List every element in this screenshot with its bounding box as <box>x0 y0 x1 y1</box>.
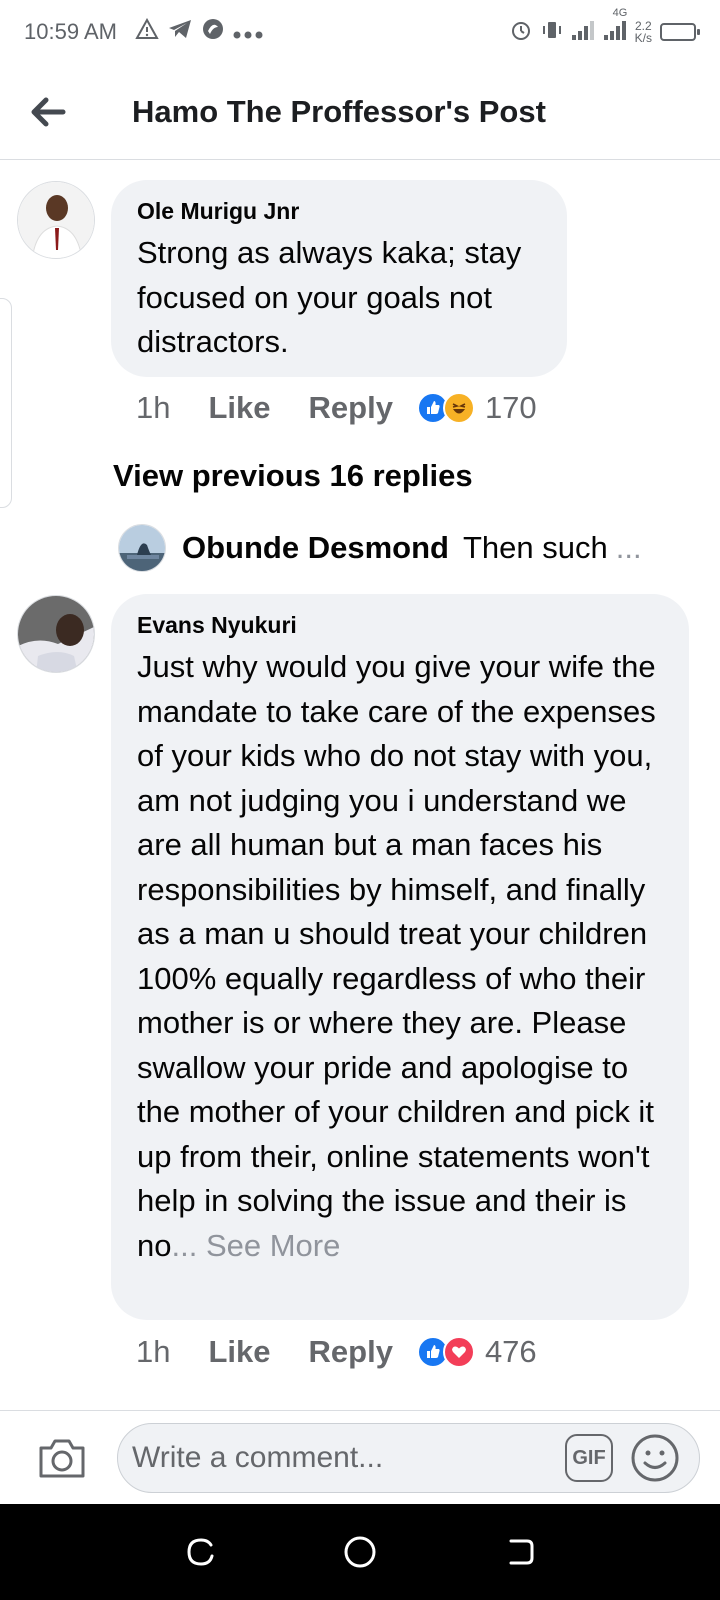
recents-button[interactable] <box>176 1528 224 1576</box>
telegram-icon <box>167 18 193 46</box>
back-nav-icon <box>509 1539 534 1565</box>
system-nav-bar <box>0 1504 720 1600</box>
comment-bubble: Evans Nyukuri Just why would you give yo… <box>111 594 689 1320</box>
comment-placeholder: Write a comment... <box>132 1441 384 1474</box>
battery-icon <box>660 23 700 41</box>
net-speed: 2.2 K/s <box>635 20 652 44</box>
avatar[interactable] <box>17 181 95 259</box>
avatar[interactable] <box>17 595 95 673</box>
reply-preview[interactable]: Obunde Desmond Then such ... <box>118 524 642 572</box>
reactions-summary[interactable]: 476 <box>416 1334 537 1370</box>
comment-composer: Write a comment... GIF <box>0 1410 720 1504</box>
back-nav-button[interactable] <box>496 1528 544 1576</box>
comment-author[interactable]: Ole Murigu Jnr <box>137 198 541 225</box>
status-bar: 10:59 AM 4G 2.2 K/s <box>0 0 720 64</box>
reply-button[interactable]: Reply <box>309 1334 393 1370</box>
post-header: Hamo The Proffessor's Post <box>0 64 720 160</box>
reactions-summary[interactable]: 170 <box>416 390 537 426</box>
reply-author[interactable]: Obunde Desmond <box>182 530 449 566</box>
comment-author[interactable]: Evans Nyukuri <box>137 612 663 639</box>
signal-icon-2: 4G <box>603 7 627 46</box>
more-notifications-icon <box>233 19 263 45</box>
page-title: Hamo The Proffessor's Post <box>132 93 546 129</box>
view-previous-replies-link[interactable]: View previous 16 replies <box>113 458 473 494</box>
reaction-count: 170 <box>484 390 537 425</box>
emoji-button[interactable] <box>629 1432 681 1484</box>
comment-actions: 1h Like Reply 170 <box>136 390 537 426</box>
comment-text: Just why would you give your wife the ma… <box>137 645 663 1268</box>
comment-input[interactable]: Write a comment... GIF <box>117 1423 700 1493</box>
reply-ellipsis: ... <box>615 530 642 565</box>
comment-text: Strong as always kaka; stay focused on y… <box>137 235 522 359</box>
comment-bubble: Ole Murigu Jnr Strong as always kaka; st… <box>111 180 567 377</box>
avatar <box>118 524 166 572</box>
signal-icon-1 <box>571 19 595 46</box>
comment-time[interactable]: 1h <box>136 1334 170 1370</box>
reply-button[interactable]: Reply <box>309 390 393 426</box>
side-panel-edge <box>0 298 12 508</box>
home-button[interactable] <box>336 1528 384 1576</box>
net-speed-unit: K/s <box>634 31 652 45</box>
reaction-count: 476 <box>484 1334 537 1369</box>
like-button[interactable]: Like <box>208 390 270 426</box>
like-button[interactable]: Like <box>208 1334 270 1370</box>
comment-body: Just why would you give your wife the ma… <box>137 649 656 1263</box>
comment-time[interactable]: 1h <box>136 390 170 426</box>
back-arrow-icon <box>31 97 66 126</box>
love-icon <box>442 1336 475 1368</box>
back-button[interactable] <box>0 64 96 160</box>
see-more-link[interactable]: See More <box>197 1228 340 1263</box>
gif-button[interactable]: GIF <box>565 1434 613 1482</box>
haha-icon <box>442 392 475 424</box>
notification-icons <box>135 17 263 47</box>
home-icon <box>344 1536 376 1568</box>
app-icon <box>201 17 225 47</box>
recents-icon <box>187 1538 214 1566</box>
comment-actions: 1h Like Reply 476 <box>136 1334 537 1370</box>
status-time: 10:59 AM <box>24 19 117 44</box>
alarm-icon <box>509 18 533 47</box>
comment-ellipsis: ... <box>171 1227 198 1263</box>
status-right: 4G 2.2 K/s <box>509 7 700 47</box>
reply-text: Then such <box>462 530 608 565</box>
camera-button[interactable] <box>32 1428 92 1488</box>
smiley-icon <box>631 1434 679 1482</box>
vibrate-icon <box>541 19 563 46</box>
warning-icon <box>135 17 159 46</box>
network-type: 4G <box>612 6 628 19</box>
camera-icon <box>39 1439 85 1477</box>
